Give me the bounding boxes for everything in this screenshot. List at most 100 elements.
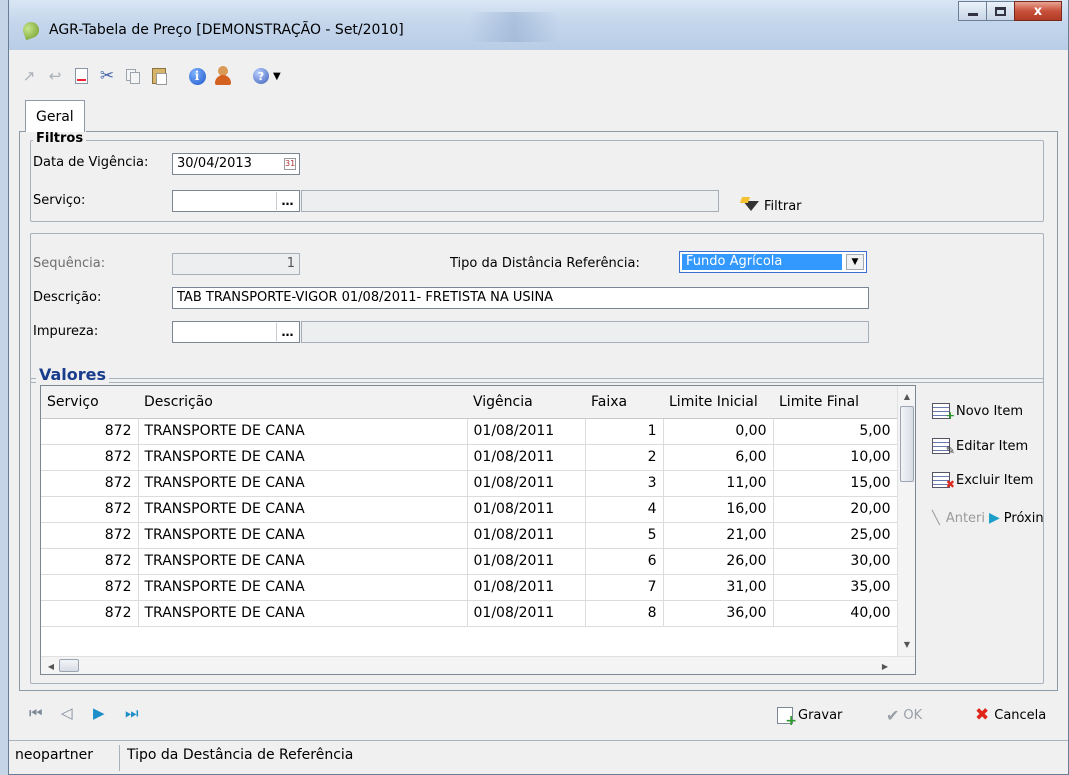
filtros-group: Filtros Data de Vigência: 30/04/2013 31 …	[30, 131, 1044, 222]
last-record-icon[interactable]: ⏭	[125, 704, 139, 722]
filter-icon	[741, 197, 761, 215]
novo-item-button[interactable]: + Novo Item	[932, 399, 1023, 423]
filtrar-button[interactable]: Filtrar	[741, 194, 802, 218]
minimize-button[interactable]	[958, 1, 987, 21]
excluir-item-label: Excluir Item	[956, 472, 1034, 488]
cell-servico: 872	[41, 548, 139, 575]
impureza-description-field	[301, 321, 869, 343]
table-row[interactable]: 872 TRANSPORTE DE CANA 01/08/2011 7 31,0…	[41, 574, 898, 601]
chevron-down-icon[interactable]: ▼	[846, 254, 864, 270]
tab-panel-geral: Filtros Data de Vigência: 30/04/2013 31 …	[19, 131, 1058, 691]
new-document-icon[interactable]	[71, 66, 91, 86]
maximize-button[interactable]	[986, 1, 1015, 21]
ok-label: OK	[903, 707, 923, 723]
scroll-down-icon[interactable]: ▼	[898, 636, 915, 652]
table-row[interactable]: 872 TRANSPORTE DE CANA 01/08/2011 2 6,00…	[41, 444, 898, 471]
descricao-label: Descrição:	[33, 290, 102, 305]
editar-item-button[interactable]: ✎ Editar Item	[932, 434, 1028, 458]
table-row[interactable]: 872 TRANSPORTE DE CANA 01/08/2011 6 26,0…	[41, 548, 898, 575]
column-header[interactable]: Vigência	[467, 386, 585, 419]
gravar-label: Gravar	[798, 707, 843, 723]
open-icon[interactable]: ↗	[19, 66, 39, 86]
cell-descricao: TRANSPORTE DE CANA	[138, 574, 468, 601]
anterior-button[interactable]: Anteri	[946, 511, 985, 526]
column-header[interactable]: Serviço	[41, 386, 138, 419]
minimize-icon	[967, 13, 978, 16]
next-arrow-icon[interactable]: ▶	[989, 510, 1000, 526]
impureza-label: Impureza:	[33, 324, 99, 339]
toolbar: ↗ ↩ ✂ i ? ▼	[9, 62, 281, 90]
help-icon[interactable]: ?	[251, 66, 271, 86]
dropdown-caret-icon[interactable]: ▼	[273, 71, 281, 82]
next-record-icon[interactable]: ▶	[93, 704, 105, 722]
cell-faixa: 5	[585, 522, 664, 549]
table-row[interactable]: 872 TRANSPORTE DE CANA 01/08/2011 1 0,00…	[41, 418, 898, 445]
cancela-label: Cancela	[994, 707, 1047, 723]
sequencia-label: Sequência:	[33, 256, 106, 271]
cell-vigencia: 01/08/2011	[467, 600, 586, 627]
table-row[interactable]: 872 TRANSPORTE DE CANA 01/08/2011 3 11,0…	[41, 470, 898, 497]
cell-limite-final: 5,00	[773, 418, 898, 445]
status-message: Tipo da Destância de Referência	[127, 747, 354, 763]
cell-limite-inicial: 31,00	[663, 574, 774, 601]
filtros-legend: Filtros	[33, 131, 87, 146]
previous-record-icon[interactable]: ◁	[61, 704, 73, 722]
excluir-item-button[interactable]: ✖ Excluir Item	[932, 468, 1033, 492]
data-vigencia-field[interactable]: 30/04/2013 31	[172, 153, 300, 175]
user-icon[interactable]	[213, 66, 233, 86]
paste-icon[interactable]	[149, 66, 169, 86]
record-nav: ╲ Anteri ▶ Próxin	[932, 510, 1044, 526]
cell-limite-inicial: 36,00	[663, 600, 774, 627]
back-icon[interactable]: ↩	[45, 66, 65, 86]
data-vigencia-label: Data de Vigência:	[33, 155, 149, 170]
title-bar[interactable]: AGR-Tabela de Preço [DEMONSTRAÇÃO - Set/…	[9, 0, 1068, 50]
impureza-lookup-button[interactable]: …	[276, 323, 298, 341]
cell-limite-inicial: 16,00	[663, 496, 774, 523]
cell-descricao: TRANSPORTE DE CANA	[138, 418, 468, 445]
scroll-right-icon[interactable]: ▶	[877, 657, 893, 674]
calendar-icon[interactable]: 31	[284, 158, 296, 170]
scroll-up-icon[interactable]: ▲	[898, 388, 915, 404]
descricao-field[interactable]: TAB TRANSPORTE-VIGOR 01/08/2011- FRETIST…	[172, 287, 869, 309]
cell-vigencia: 01/08/2011	[467, 418, 586, 445]
cancela-button[interactable]: ✖ Cancela	[975, 704, 1046, 726]
horizontal-scroll-thumb[interactable]	[59, 659, 79, 672]
ok-button[interactable]: ✔ OK	[886, 704, 922, 726]
tipo-distancia-select[interactable]: Fundo Agrícola ▼	[679, 251, 867, 273]
cell-descricao: TRANSPORTE DE CANA	[138, 496, 468, 523]
column-header[interactable]: Limite Final	[773, 386, 897, 419]
cell-servico: 872	[41, 574, 139, 601]
cell-limite-final: 35,00	[773, 574, 898, 601]
table-row[interactable]: 872 TRANSPORTE DE CANA 01/08/2011 5 21,0…	[41, 522, 898, 549]
column-header[interactable]: Descrição	[138, 386, 467, 419]
cell-vigencia: 01/08/2011	[467, 470, 586, 497]
horizontal-scrollbar[interactable]: ◀ ▶	[41, 656, 915, 674]
cell-limite-final: 20,00	[773, 496, 898, 523]
impureza-code-field[interactable]: …	[172, 321, 300, 343]
scroll-left-icon[interactable]: ◀	[43, 657, 59, 674]
vertical-scroll-thumb[interactable]	[900, 406, 914, 482]
close-icon: x	[1033, 3, 1043, 19]
servico-lookup-button[interactable]: …	[276, 192, 298, 210]
table-row[interactable]: 872 TRANSPORTE DE CANA 01/08/2011 8 36,0…	[41, 600, 898, 627]
close-button[interactable]: x	[1014, 1, 1062, 21]
gravar-button[interactable]: Gravar	[777, 704, 843, 729]
column-header[interactable]: Limite Inicial	[663, 386, 773, 419]
cell-limite-inicial: 0,00	[663, 418, 774, 445]
info-icon[interactable]: i	[187, 66, 207, 86]
table-row[interactable]: 872 TRANSPORTE DE CANA 01/08/2011 4 16,0…	[41, 496, 898, 523]
first-record-icon[interactable]: ⏮	[29, 704, 43, 722]
window-controls: x	[958, 1, 1062, 23]
copy-icon[interactable]	[123, 66, 143, 86]
valores-table: Serviço Descrição Vigência Faixa Limite …	[41, 386, 898, 627]
servico-code-field[interactable]: …	[172, 190, 300, 212]
previous-arrow-icon[interactable]: ╲	[932, 511, 940, 526]
cell-faixa: 3	[585, 470, 664, 497]
cut-icon[interactable]: ✂	[97, 66, 117, 86]
column-header[interactable]: Faixa	[585, 386, 663, 419]
checkmark-icon: ✔	[886, 705, 900, 725]
valores-grid[interactable]: Serviço Descrição Vigência Faixa Limite …	[40, 385, 916, 675]
tab-geral[interactable]: Geral	[25, 100, 85, 132]
vertical-scrollbar[interactable]: ▲ ▼	[897, 386, 915, 656]
proximo-button[interactable]: Próxin	[1004, 511, 1044, 526]
